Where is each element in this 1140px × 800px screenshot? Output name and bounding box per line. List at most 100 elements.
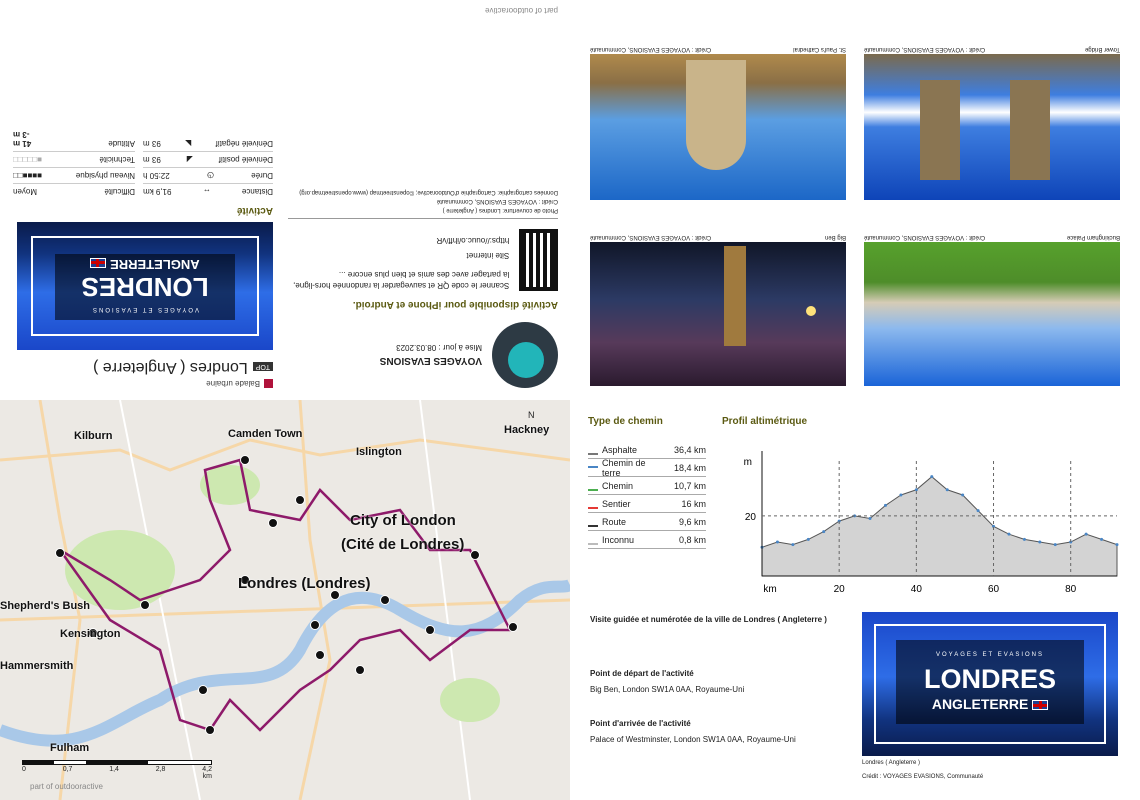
start-heading: Point de départ de l'activité (590, 669, 694, 678)
path-row: Asphalte 36,4 km (588, 441, 706, 459)
photo-caption: Buckingham Palace (1066, 234, 1120, 240)
rating-physical: Niveau physique ■■■■□□ (13, 167, 135, 183)
path-value: 9,6 km (678, 516, 706, 527)
cover-credit: Crédit : VOYAGES EVASIONS, Communauté (862, 774, 984, 780)
profile-point (945, 488, 949, 492)
x-tick-label: 40 (911, 584, 923, 595)
cover-city: LONDRES (81, 272, 209, 302)
route-map[interactable]: Kilburn Camden Town Islington Hackney Ci… (0, 400, 570, 800)
cover-city: LONDRES (923, 664, 1056, 694)
arrows-icon: ↔ (202, 187, 211, 196)
route-pin[interactable] (425, 625, 435, 635)
profile-point (1100, 537, 1104, 541)
route-pin[interactable] (470, 550, 480, 560)
cover-image: VOYAGES ET EVASIONS LONDRES ANGLETERRE (862, 612, 1118, 756)
path-value: 10,7 km (673, 480, 706, 491)
map-label: Kensington (60, 628, 121, 640)
north-arrow-icon: N (528, 410, 535, 420)
route-pin[interactable] (140, 600, 150, 610)
description-block: Visite guidée et numérotée de la ville d… (590, 614, 845, 746)
photo-caption: Big Ben (824, 234, 846, 240)
map-label: Kilburn (74, 430, 113, 442)
route-pin[interactable] (355, 665, 365, 675)
photo-caption: Tower Bridge (1084, 46, 1120, 52)
photo-buckingham (864, 242, 1120, 386)
route-pin[interactable] (508, 622, 518, 632)
stats-list: Distance ↔ 91,9 km Durée ◷ 22:50 h Dénivelé … (143, 127, 273, 199)
photo-caption: St. Paul's Cathedral (793, 46, 846, 52)
technical-dots: ■□□□□□ (13, 155, 42, 164)
route-pin[interactable] (380, 595, 390, 605)
org-logo-icon (492, 322, 558, 388)
cover-brand: VOYAGES ET EVASIONS (935, 652, 1045, 658)
cover-country: ANGLETERRE (110, 257, 200, 272)
cover-panel: Balade urbaine TOP Londres ( Angleterre … (0, 0, 570, 400)
map-label: Hammersmith (0, 660, 74, 672)
rating-technical: Technicité ■□□□□□ (13, 151, 135, 167)
top-badge: TOP (252, 362, 273, 372)
uk-flag-icon (1032, 700, 1049, 711)
map-label: Londres (Londres) (238, 575, 371, 592)
y-tick-label: 20 (745, 512, 757, 523)
path-value: 0,8 km (678, 534, 706, 545)
route-pin[interactable] (310, 620, 320, 630)
clock-icon: ◷ (206, 171, 214, 180)
route-pin[interactable] (240, 455, 250, 465)
description: Visite guidée et numérotée de la ville d… (590, 615, 827, 624)
stat-ascent: Dénivelé positif ◢ 93 m (143, 151, 273, 167)
route-pin[interactable] (55, 548, 65, 558)
cover-caption: Londres ( Angleterre ) (862, 760, 921, 766)
website-label: Site internet (466, 251, 510, 260)
start-text: Big Ben, London SW1A 0AA, Royaume-Uni (590, 685, 745, 694)
website-link[interactable]: https://ouuc.o/ihff/vR (288, 235, 509, 246)
map-label: Hackney (504, 424, 550, 436)
profile-point (1053, 543, 1057, 547)
scale-bar: 0 0,7 1,4 2,8 4,2 km (22, 760, 212, 780)
map-label: Fulham (50, 742, 90, 754)
profile-point (775, 540, 779, 544)
title-block: Balade urbaine TOP Londres ( Angleterre … (8, 222, 273, 388)
end-heading: Point d'arrivée de l'activité (590, 719, 691, 728)
route-pin[interactable] (198, 685, 208, 695)
org-section: VOYAGES EVASIONS Mise à jour : 08.03.202… (288, 187, 558, 388)
cover-image: VOYAGES ET EVASIONS LONDRES ANGLETERRE (17, 222, 273, 350)
profile-point (1007, 532, 1011, 536)
route-pin[interactable] (315, 650, 325, 660)
profile-point (791, 543, 795, 547)
x-axis-label: km (763, 584, 776, 595)
category-label: Balade urbaine (206, 379, 260, 388)
y-axis-label: m (744, 457, 752, 468)
profile-area (761, 476, 1118, 577)
x-tick-label: 80 (1065, 584, 1077, 595)
path-type-table: Type de chemin Asphalte 36,4 km Chemin de … (588, 416, 706, 549)
route-pin[interactable] (268, 518, 278, 528)
x-tick-label: 20 (834, 584, 846, 595)
profile-point (1038, 540, 1042, 544)
path-row: Chemin de terre 18,4 km (588, 458, 706, 478)
route-pin[interactable] (295, 495, 305, 505)
app-heading: Activité disponible pour iPhone et Andro… (352, 299, 558, 310)
path-row: Route 9,6 km (588, 513, 706, 531)
rating-difficulty: Difficulté Moyen (13, 183, 135, 199)
profile-point (899, 493, 903, 497)
path-label: Route (588, 517, 656, 527)
path-label: Asphalte (588, 445, 656, 455)
updated-date: Mise à jour : 08.03.2023 (396, 343, 482, 353)
physical-dots: ■■■■□□ (13, 171, 42, 180)
app-text: Scanner le code QR et sauvegarder la ran… (293, 270, 510, 290)
route-pin[interactable] (205, 725, 215, 735)
activity-section: Activité Distance ↔ 91,9 km Durée ◷ 22:50 h … (13, 127, 273, 216)
profile-point (1115, 543, 1119, 547)
map-label: Shepherd's Bush (0, 600, 91, 612)
x-tick-label: 60 (988, 584, 1000, 595)
profile-heading: Profil altimétrique (722, 416, 808, 427)
credits: Photo de couverture: Londres ( Angleterr… (288, 187, 558, 219)
path-label: Sentier (588, 499, 656, 509)
photo-credit: Crédit : VOYAGES EVASIONS, Communauté (590, 46, 712, 52)
path-value: 18,4 km (673, 462, 706, 473)
stat-descent: Dénivelé négatif ◣ 93 m (143, 139, 273, 148)
qr-code-icon (519, 229, 558, 291)
uk-flag-icon (90, 258, 107, 269)
elevation-profile: Profil altimétrique 20 20 40 60 80 m km (722, 416, 1122, 606)
cover-country: ANGLETERRE (931, 696, 1029, 712)
